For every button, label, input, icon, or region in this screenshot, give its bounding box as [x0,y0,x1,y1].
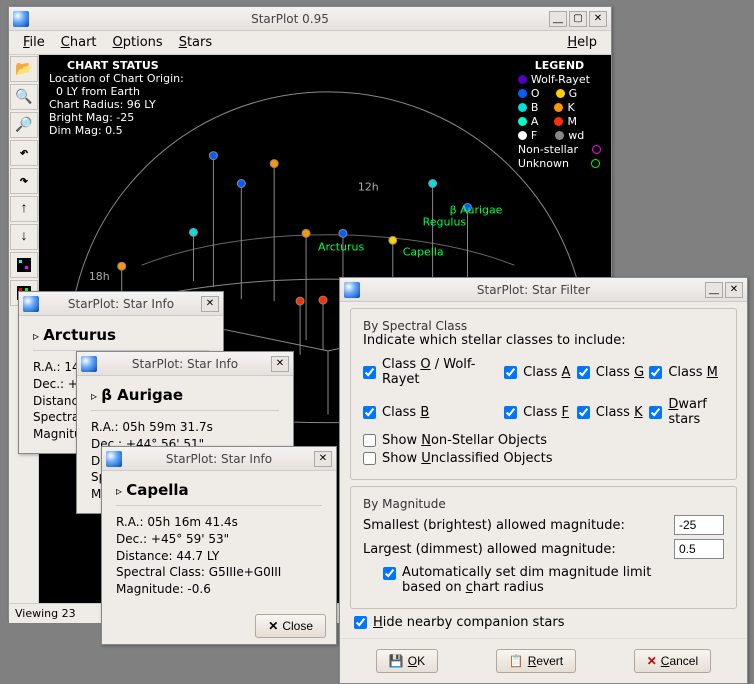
cancel-button[interactable]: ✕Cancel [634,649,711,673]
filter-titlebar: StarPlot: Star Filter __ ✕ [340,278,747,302]
label-18h: 18h [89,270,110,283]
zoom-out-button[interactable]: 🔎 [10,112,38,138]
class-g-checkbox[interactable] [577,366,590,379]
app-icon [106,451,122,467]
chart-status-heading: CHART STATUS [49,59,184,72]
menu-chart[interactable]: Chart [53,33,105,52]
close-button[interactable]: ✕ [589,11,607,27]
cancel-icon: ✕ [647,654,657,668]
chart-status: CHART STATUS Location of Chart Origin: 0… [49,59,184,137]
menu-stars[interactable]: Stars [171,33,220,52]
label-regulus: Regulus [423,215,467,228]
smallest-label: Smallest (brightest) allowed magnitude: [363,518,666,533]
zoom-in-button[interactable]: 🔍 [10,84,38,110]
info1-titlebar: StarPlot: Star Info ✕ [19,292,223,316]
ok-button[interactable]: 💾OK [376,649,438,673]
by-magnitude-fieldset: By Magnitude Smallest (brightest) allowe… [350,486,737,609]
menu-file[interactable]: File [15,33,53,52]
dwarf-checkbox[interactable] [649,406,662,419]
label-arcturus: Arcturus [318,240,364,253]
info3-star-name: Capella [116,481,322,499]
app-icon [344,282,360,298]
class-m-checkbox[interactable] [649,366,662,379]
by-spectral-fieldset: By Spectral Class Indicate which stellar… [350,308,737,480]
minimize-button[interactable]: __ [549,11,567,27]
star-info-capella: StarPlot: Star Info ✕ Capella R.A.: 05h … [101,446,337,645]
menubar: File Chart Options Stars Help [9,31,611,55]
tilt-up-button[interactable]: ↑ [10,196,38,222]
main-titlebar: StarPlot 0.95 __ ▢ ✕ [9,7,611,31]
tilt-down-button[interactable]: ↓ [10,224,38,250]
filter-title: StarPlot: Star Filter [364,283,703,297]
class-k-checkbox[interactable] [577,406,590,419]
info3-titlebar: StarPlot: Star Info ✕ [102,447,336,471]
info2-title: StarPlot: Star Info [101,357,269,371]
legend-heading: LEGEND [518,59,601,72]
largest-label: Largest (dimmest) allowed magnitude: [363,542,666,557]
open-button[interactable]: 📂 [10,56,38,82]
info3-title: StarPlot: Star Info [126,452,312,466]
class-b-checkbox[interactable] [363,406,376,419]
info1-star-name: Arcturus [33,326,209,344]
info1-title: StarPlot: Star Info [43,297,199,311]
close-button[interactable]: ✕ [201,296,219,312]
class-a-checkbox[interactable] [504,366,517,379]
close-button[interactable]: ✕Close [255,614,326,638]
close-button[interactable]: ✕ [725,282,743,298]
revert-button[interactable]: 📋Revert [496,649,576,673]
close-button[interactable]: ✕ [271,356,289,372]
rotate-left-button[interactable]: ↶ [10,140,38,166]
class-f-checkbox[interactable] [504,406,517,419]
label-capella: Capella [403,245,444,258]
window-title: StarPlot 0.95 [33,12,547,26]
info2-titlebar: StarPlot: Star Info ✕ [77,352,293,376]
nonstellar-checkbox[interactable] [363,434,376,447]
unclassified-checkbox[interactable] [363,452,376,465]
minimize-button[interactable]: __ [705,282,723,298]
smallest-input[interactable] [674,515,724,535]
legend: LEGEND Wolf-Rayet O G B K A M [518,59,601,171]
label-12h: 12h [358,180,379,193]
hide-companion-checkbox[interactable] [354,616,367,629]
largest-input[interactable] [674,539,724,559]
ok-icon: 💾 [389,654,404,668]
star-filter-dialog: StarPlot: Star Filter __ ✕ By Spectral C… [339,277,748,684]
close-button[interactable]: ✕ [314,451,332,467]
revert-icon: 📋 [509,654,524,668]
menu-help[interactable]: Help [559,33,605,52]
menu-options[interactable]: Options [105,33,171,52]
class-o-checkbox[interactable] [363,366,376,379]
label-beta-aurigae: β Aurigae [450,203,503,216]
rotate-right-button[interactable]: ↷ [10,168,38,194]
auto-dim-checkbox[interactable] [383,567,396,580]
maximize-button[interactable]: ▢ [569,11,587,27]
app-icon [23,296,39,312]
app-icon [81,356,97,372]
info2-star-name: β Aurigae [91,386,279,404]
app-icon [13,11,29,27]
close-icon: ✕ [268,619,278,633]
indicate-label: Indicate which stellar classes to includ… [363,333,724,348]
mode1-button[interactable] [10,252,38,278]
